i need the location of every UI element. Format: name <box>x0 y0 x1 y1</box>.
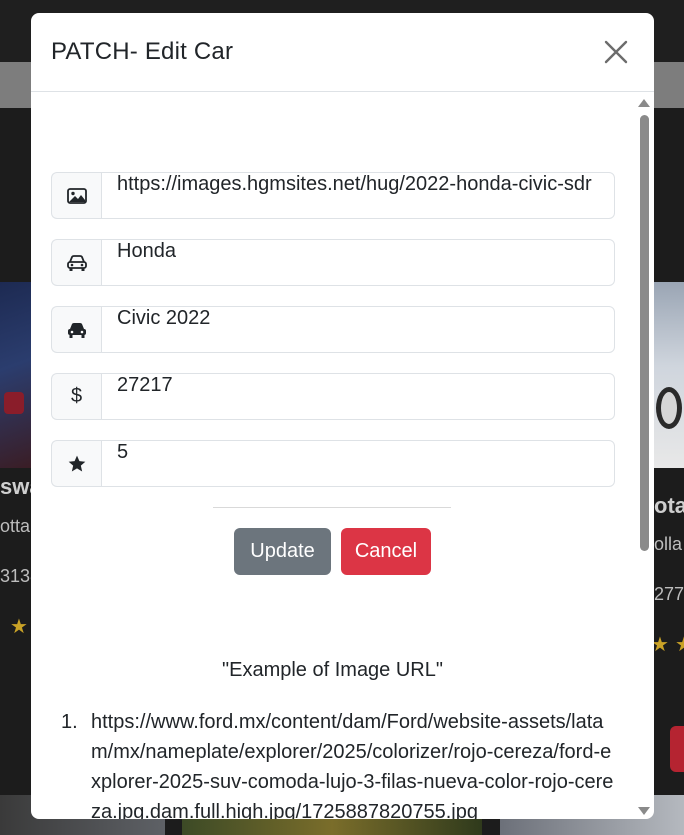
background-car-image-left <box>0 282 31 468</box>
price-group: $ 27217 <box>51 373 615 420</box>
divider <box>213 507 451 508</box>
list-item-number: 1. <box>61 711 78 733</box>
background-car-image-right <box>654 282 684 468</box>
model-group: Civic 2022 <box>51 306 615 353</box>
rating-input[interactable]: 5 <box>101 440 615 487</box>
model-input[interactable]: Civic 2022 <box>101 306 615 353</box>
background-star-icon: ★ <box>675 634 684 656</box>
rating-group: 5 <box>51 440 615 487</box>
scroll-down-arrow-icon[interactable] <box>638 807 650 815</box>
dollar-symbol: $ <box>70 385 83 407</box>
star-icon <box>51 440 101 487</box>
background-star-icon: ★ <box>10 616 28 638</box>
car-front-icon <box>51 239 101 286</box>
scroll-thumb[interactable] <box>640 115 649 551</box>
image-url-group: https://images.hgmsites.net/hug/2022-hon… <box>51 172 615 219</box>
modal-body[interactable]: https://images.hgmsites.net/hug/2022-hon… <box>31 93 654 819</box>
cancel-button[interactable]: Cancel <box>341 528 431 575</box>
image-url-input[interactable]: https://images.hgmsites.net/hug/2022-hon… <box>101 172 615 219</box>
background-car-title-left: swa <box>0 474 31 499</box>
dollar-icon: $ <box>51 373 101 420</box>
update-button[interactable]: Update <box>234 528 331 575</box>
modal-title: PATCH- Edit Car <box>51 38 234 65</box>
background-car-model-right: olla <box>654 534 683 554</box>
example-heading: "Example of Image URL" <box>222 659 443 681</box>
background-car-model-left: otta <box>0 516 31 536</box>
background-button <box>670 726 684 772</box>
modal-scrollbar[interactable] <box>638 99 650 815</box>
brand-group: Honda <box>51 239 615 286</box>
scroll-up-arrow-icon[interactable] <box>638 99 650 107</box>
example-url-list: 1. https://www.ford.mx/content/dam/Ford/… <box>61 707 616 819</box>
modal-header: PATCH- Edit Car <box>31 13 654 92</box>
list-item: 1. https://www.ford.mx/content/dam/Ford/… <box>61 707 616 819</box>
close-icon <box>604 40 628 64</box>
car-icon <box>51 306 101 353</box>
background-car-price-left: 3138 <box>0 566 31 586</box>
example-url-text: https://www.ford.mx/content/dam/Ford/web… <box>91 711 614 819</box>
close-button[interactable] <box>604 40 628 64</box>
brand-input[interactable]: Honda <box>101 239 615 286</box>
edit-car-modal: PATCH- Edit Car https://images.hgmsites.… <box>31 13 654 819</box>
image-icon <box>51 172 101 219</box>
background-car-title-right: ota <box>654 493 684 518</box>
price-input[interactable]: 27217 <box>101 373 615 420</box>
background-car-price-right: 277 <box>654 584 684 604</box>
